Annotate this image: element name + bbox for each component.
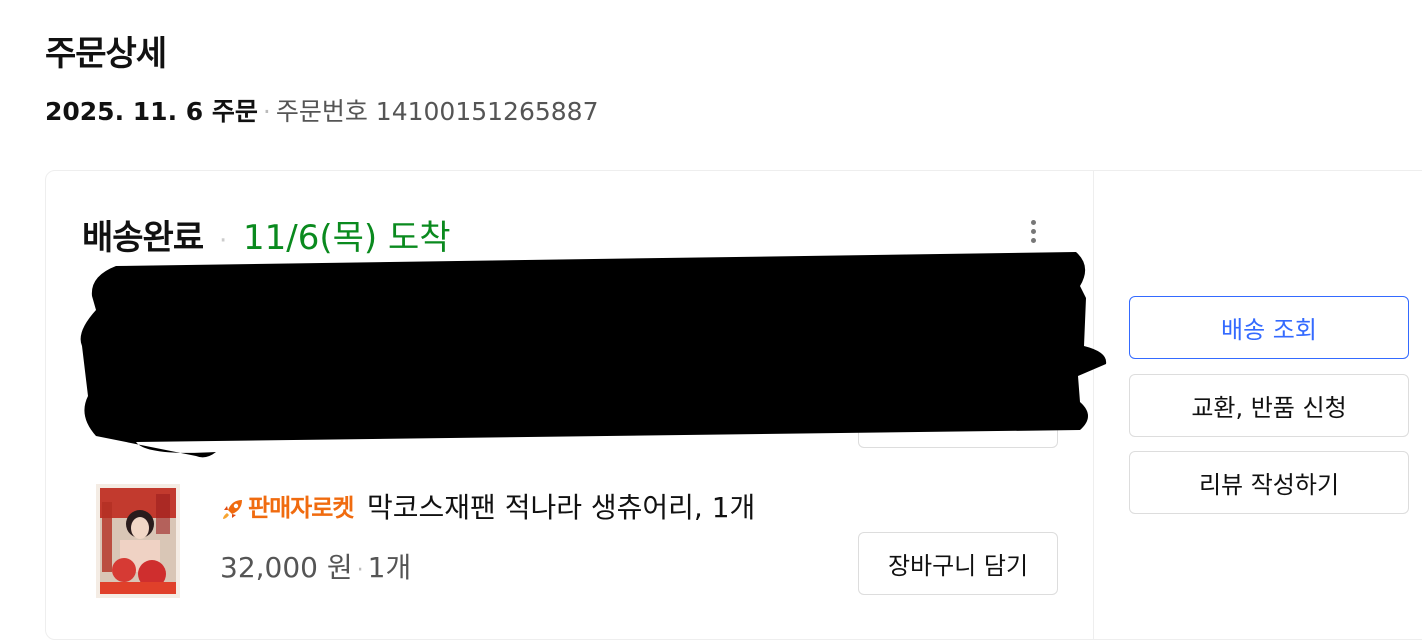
exchange-return-button[interactable]: 교환, 반품 신청 [1129, 374, 1409, 437]
price-row: 32,000 원 · 1개 [220, 546, 411, 586]
order-date: 2025. 11. 6 주문 [45, 97, 258, 126]
page-title: 주문상세 [45, 34, 167, 74]
product-image[interactable] [96, 484, 180, 598]
seller-rocket-label: 판매자로켓 [248, 494, 354, 522]
rocket-icon [223, 500, 242, 519]
product-name[interactable]: 막코스재팬 적나라 생츄어리, 1개 [367, 486, 755, 526]
product-quantity: 1개 [367, 551, 412, 584]
separator-dot: · [356, 558, 364, 583]
write-review-button[interactable]: 리뷰 작성하기 [1129, 451, 1409, 514]
product-price: 32,000 원 [220, 551, 353, 584]
add-to-cart-button[interactable]: 장바구니 담기 [858, 532, 1058, 595]
order-meta: 2025. 11. 6 주문 · 주문번호 14100151265887 [45, 92, 598, 128]
seller-rocket-badge: 판매자로켓 [220, 488, 354, 523]
separator-dot: · [262, 97, 271, 126]
more-options-icon[interactable] [1022, 216, 1044, 250]
redaction-scribble [80, 252, 1107, 458]
order-number: 14100151265887 [375, 97, 599, 126]
order-number-label: 주문번호 [275, 97, 368, 126]
track-delivery-button[interactable]: 배송 조회 [1129, 296, 1409, 359]
